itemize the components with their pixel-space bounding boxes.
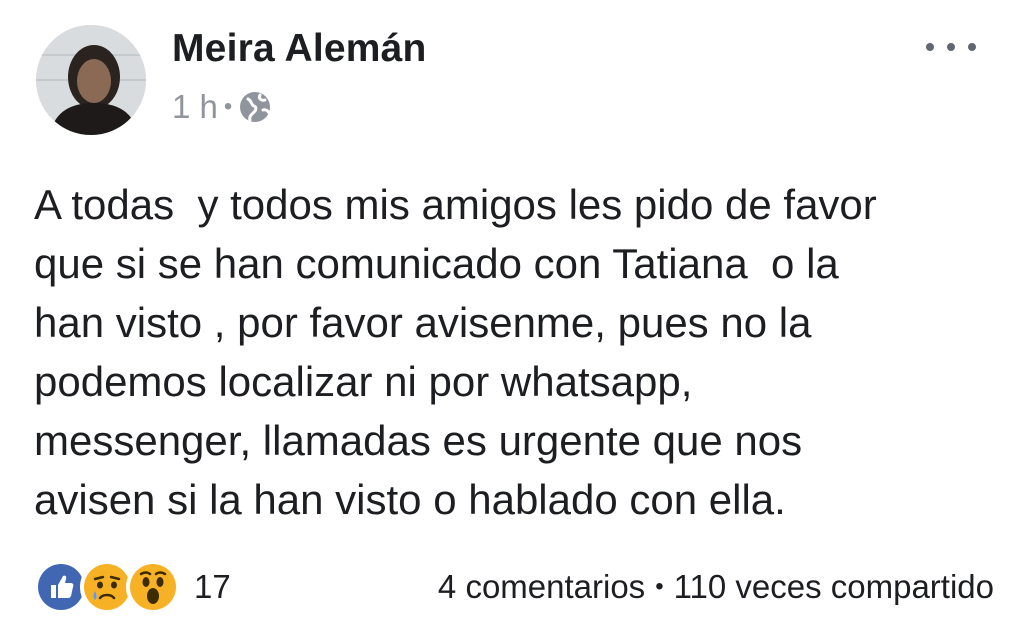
- post-card: Meira Alemán 1 h • A todas y todos mis a…: [0, 0, 1024, 640]
- reactions-summary[interactable]: 17: [34, 560, 231, 614]
- post-text: A todas y todos mis amigos les pido de f…: [34, 181, 877, 523]
- shares-link[interactable]: 110 veces compartido: [674, 568, 994, 606]
- globe-icon[interactable]: [238, 90, 272, 124]
- post-meta: 1 h •: [172, 88, 272, 126]
- stats-separator: •: [655, 573, 664, 600]
- post-time[interactable]: 1 h: [172, 88, 218, 126]
- avatar-photo: [36, 25, 146, 135]
- author-name[interactable]: Meira Alemán: [172, 27, 427, 71]
- meta-separator: •: [223, 93, 233, 120]
- post-footer: 17 4 comentarios • 110 veces compartido: [34, 560, 994, 614]
- avatar[interactable]: [36, 25, 146, 135]
- reaction-count[interactable]: 17: [194, 568, 231, 606]
- wow-icon: [126, 560, 180, 614]
- post-stats: 4 comentarios • 110 veces compartido: [438, 568, 994, 606]
- comments-link[interactable]: 4 comentarios: [438, 568, 645, 606]
- more-options-icon[interactable]: [926, 32, 976, 62]
